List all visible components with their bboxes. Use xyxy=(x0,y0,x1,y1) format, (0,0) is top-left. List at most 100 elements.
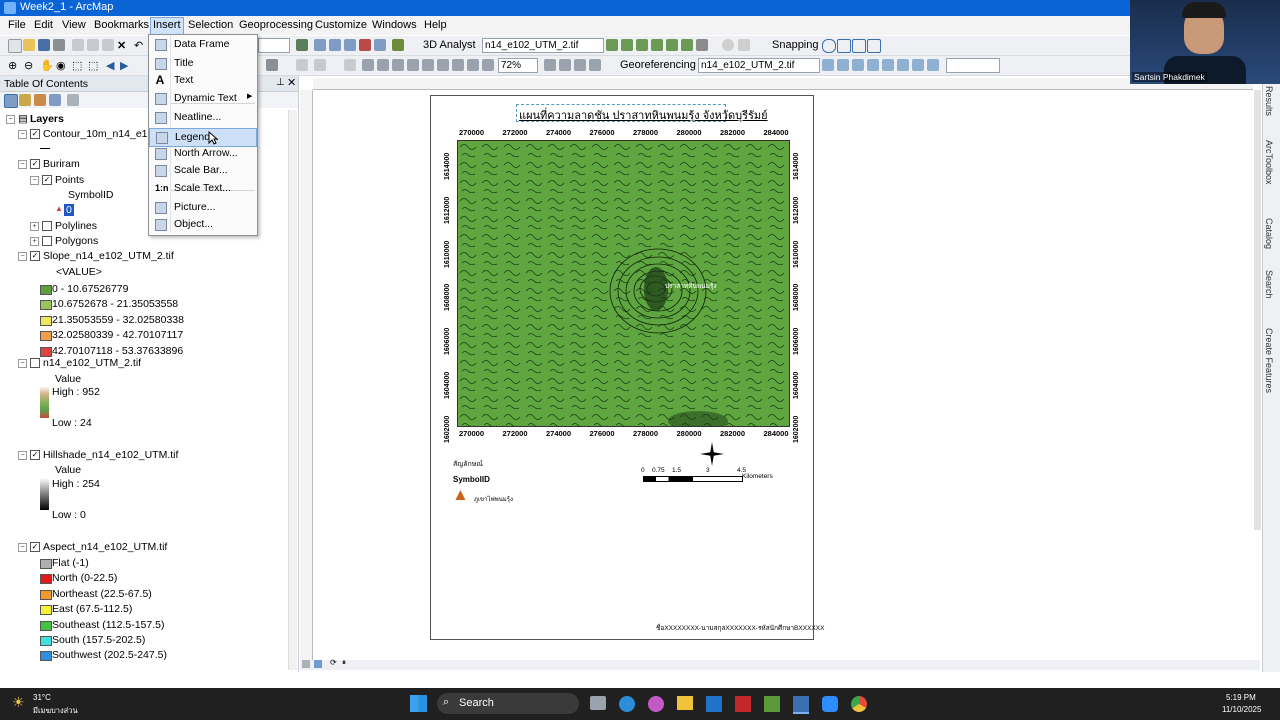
focus-data-frame-icon[interactable] xyxy=(544,59,556,71)
expand-slope-icon[interactable]: − xyxy=(18,252,27,261)
paste-icon[interactable] xyxy=(102,39,114,51)
edge-icon[interactable] xyxy=(619,696,635,712)
list-by-drawing-order-icon[interactable] xyxy=(4,94,18,108)
hillshade-layer-name[interactable]: Hillshade_n14_e102_UTM.tif xyxy=(43,449,178,461)
arcmap-task-icon[interactable] xyxy=(793,696,809,714)
results-tab[interactable]: Results xyxy=(1264,86,1274,116)
layout-zoom-out-icon[interactable] xyxy=(377,59,389,71)
pan-icon[interactable]: ✋ xyxy=(40,59,54,72)
georef-input[interactable] xyxy=(946,58,1000,73)
georef-tool-1-icon[interactable] xyxy=(822,59,834,71)
hillshade-visibility-checkbox[interactable]: ✓ xyxy=(30,450,40,460)
layers-root[interactable]: Layers xyxy=(30,113,64,125)
insert-menu-item-title[interactable]: Title xyxy=(149,55,255,72)
3d-tool-2-icon[interactable] xyxy=(621,39,633,51)
zoom-100-icon[interactable] xyxy=(422,59,434,71)
georef-tool-7-icon[interactable] xyxy=(912,59,924,71)
snap-edge-icon[interactable] xyxy=(867,39,881,53)
layout-fixed-zoom-icon[interactable] xyxy=(437,59,449,71)
north-arrow-icon[interactable] xyxy=(700,442,724,466)
insert-menu-item-text[interactable]: A Text xyxy=(149,72,255,89)
insert-menu-item-picture[interactable]: Picture... xyxy=(149,199,255,216)
mcafee-icon[interactable] xyxy=(735,696,751,712)
menu-file[interactable]: File xyxy=(8,19,26,31)
expand-layers-icon[interactable]: − xyxy=(6,115,15,124)
snapping-menu[interactable]: Snapping xyxy=(772,39,819,51)
aspect-class-swatch[interactable] xyxy=(40,605,52,616)
zoom-app-icon[interactable] xyxy=(822,696,838,712)
insert-menu-item-dynamic-text[interactable]: Dynamic Text ▶ xyxy=(149,90,255,107)
zoom-in-icon[interactable]: ⊕ xyxy=(8,59,17,72)
slope-class-swatch[interactable] xyxy=(40,315,52,326)
dem-visibility-checkbox[interactable] xyxy=(30,358,40,368)
search-tab[interactable]: Search xyxy=(1264,270,1274,299)
layout-tool-2-icon[interactable] xyxy=(329,39,341,51)
undo-icon[interactable]: ↶ xyxy=(134,39,143,52)
dem-layer-name[interactable]: n14_e102_UTM_2.tif xyxy=(43,357,141,369)
zoom-whole-page-icon[interactable] xyxy=(407,59,419,71)
georeferencing-menu[interactable]: Georeferencing xyxy=(620,59,696,71)
menu-windows[interactable]: Windows xyxy=(372,19,417,31)
layout-tool-4-icon[interactable] xyxy=(359,39,371,51)
back-icon[interactable]: ◀ xyxy=(106,59,114,72)
insert-menu-item-north-arrow[interactable]: North Arrow... xyxy=(149,145,255,162)
expand-buriram-icon[interactable]: − xyxy=(18,160,27,169)
weather-icon[interactable]: ☀ xyxy=(12,694,25,711)
weather-temp[interactable]: 31°C xyxy=(33,693,51,702)
map-title-frame[interactable]: แผนที่ความลาดชัน ปราสาทหินพนมรุ้ง จังหวั… xyxy=(516,104,768,122)
forward-icon[interactable]: ▶ xyxy=(120,59,128,72)
layout-pan-icon[interactable] xyxy=(392,59,404,71)
polygons-layer-name[interactable]: Polygons xyxy=(55,235,98,247)
aspect-class-swatch[interactable] xyxy=(40,559,52,569)
buriram-visibility-checkbox[interactable]: ✓ xyxy=(30,159,40,169)
scale-bar[interactable] xyxy=(643,476,743,482)
aspect-visibility-checkbox[interactable]: ✓ xyxy=(30,542,40,552)
taskbar-search-box[interactable]: ⌕ Search xyxy=(437,693,579,714)
create-features-tab[interactable]: Create Features xyxy=(1264,328,1274,393)
georef-tool-3-icon[interactable] xyxy=(852,59,864,71)
windows-start-icon[interactable] xyxy=(410,695,427,712)
draw-tool-icon[interactable] xyxy=(296,59,308,71)
refresh-icon[interactable]: ⟳ xyxy=(330,658,337,667)
3d-tool-8-icon[interactable] xyxy=(722,39,734,51)
expand-points-icon[interactable]: − xyxy=(30,176,39,185)
delete-icon[interactable]: ✕ xyxy=(117,39,126,52)
zoom-out-icon[interactable]: ⊖ xyxy=(24,59,33,72)
new-icon[interactable] xyxy=(8,39,22,53)
menu-bookmarks[interactable]: Bookmarks xyxy=(94,19,149,31)
layout-tool-5-icon[interactable] xyxy=(374,39,386,51)
layout-back-icon[interactable] xyxy=(452,59,464,71)
layout-tool-6-icon[interactable] xyxy=(392,39,404,51)
georef-tool-5-icon[interactable] xyxy=(882,59,894,71)
toc-close-icon[interactable]: ✕ xyxy=(287,76,296,89)
insert-menu-item-object[interactable]: Object... xyxy=(149,216,255,233)
3d-tool-6-icon[interactable] xyxy=(681,39,693,51)
layout-tool-3-icon[interactable] xyxy=(344,39,356,51)
list-by-visibility-icon[interactable] xyxy=(34,94,46,106)
toc-pin-icon[interactable]: ⊥ xyxy=(276,77,285,88)
layout-zoom-in-icon[interactable] xyxy=(362,59,374,71)
chrome-icon[interactable] xyxy=(851,696,867,712)
georef-tool-6-icon[interactable] xyxy=(897,59,909,71)
layout-view-icon[interactable] xyxy=(314,660,322,668)
text-tool-icon[interactable] xyxy=(314,59,326,71)
points-visibility-checkbox[interactable]: ✓ xyxy=(42,175,52,185)
slope-layer-name[interactable]: Slope_n14_e102_UTM_2.tif xyxy=(43,250,174,262)
zoom-percent-combobox[interactable]: 72% xyxy=(498,58,538,73)
buriram-layer-name[interactable]: Buriram xyxy=(43,158,80,170)
aspect-class-swatch[interactable] xyxy=(40,636,52,646)
clock-date[interactable]: 11/10/2025 xyxy=(1222,705,1261,714)
polygons-visibility-checkbox[interactable] xyxy=(42,236,52,246)
insert-menu-item-data-frame[interactable]: Data Frame xyxy=(149,36,255,53)
menu-insert[interactable]: Insert xyxy=(150,17,184,35)
expand-aspect-icon[interactable]: − xyxy=(18,543,27,552)
catalog-tab[interactable]: Catalog xyxy=(1264,218,1274,249)
layout-forward-icon[interactable] xyxy=(467,59,479,71)
data-frame-map[interactable]: ปราสาทหินพนมรุ้ง xyxy=(457,140,790,427)
snap-point-icon[interactable] xyxy=(822,39,836,53)
rotate-tool-icon[interactable] xyxy=(344,59,356,71)
arcgis-catalog-icon[interactable] xyxy=(764,696,780,712)
layout-extra-icon[interactable] xyxy=(589,59,601,71)
file-explorer-icon[interactable] xyxy=(677,696,693,710)
layout-vertical-scrollbar[interactable] xyxy=(1254,90,1261,530)
